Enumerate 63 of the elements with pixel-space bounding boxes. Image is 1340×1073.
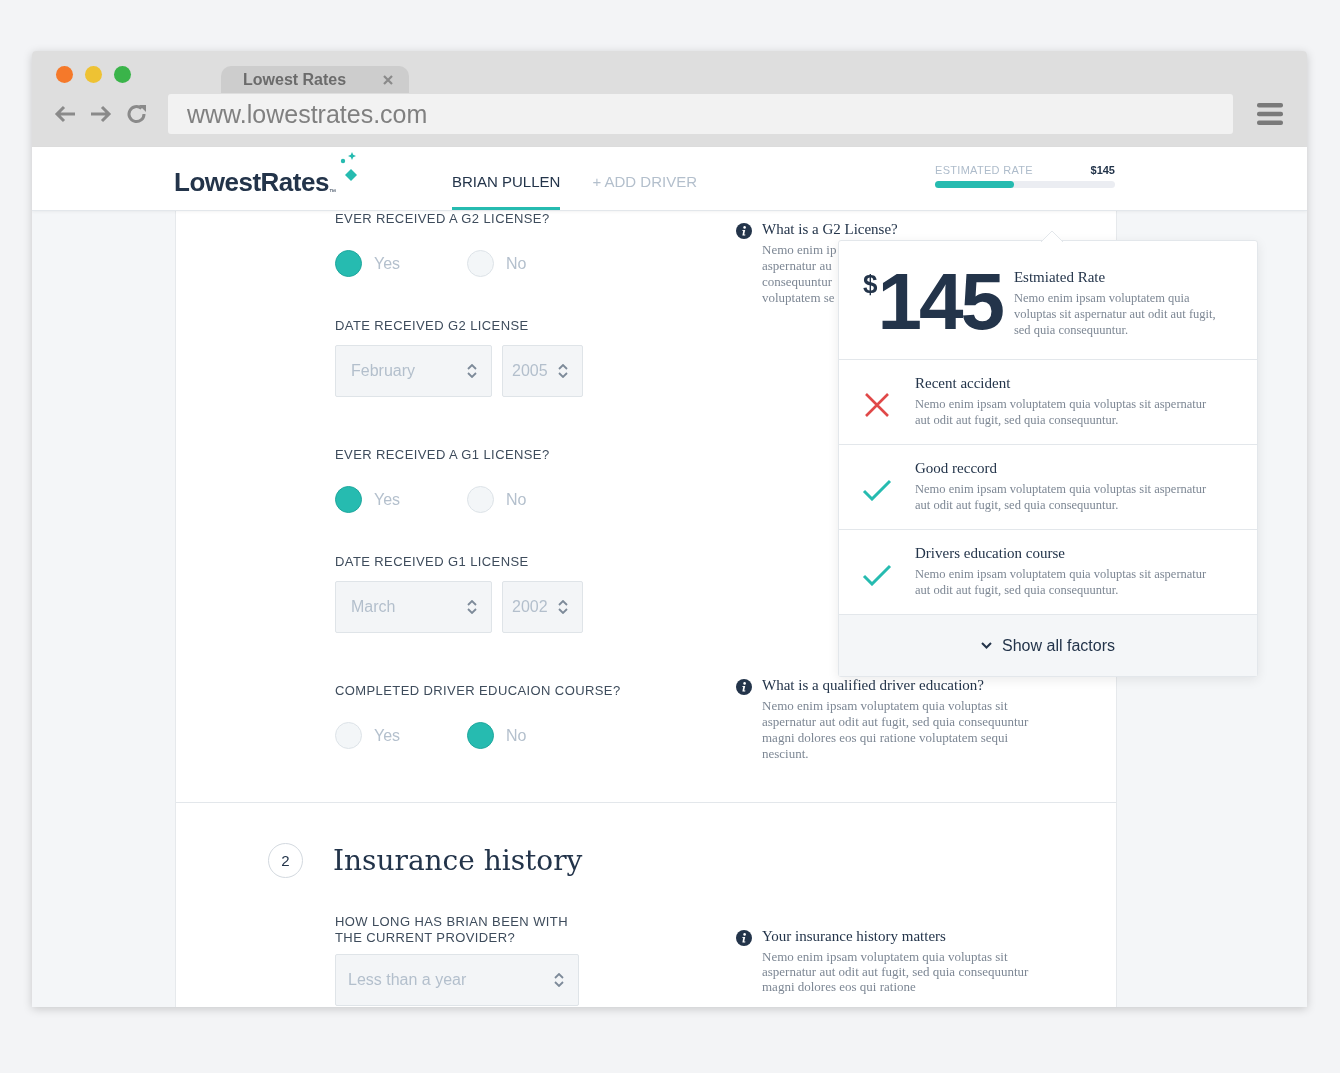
info-text: Nemo enim ipsam voluptatem quia voluptas sit aspernatur aut odit aut fugit, sed quia consequuntur magni dolores eos qui ratione voluptatem sequi nesciunt. [762,698,1030,762]
select-field[interactable]: Less than a year [335,954,579,1006]
radio-button[interactable] [335,250,362,277]
factor-text: Nemo enim ipsam voluptatem quia voluptas sit aspernatur aut odit aut fugit, sed quia consequuntur. [915,481,1208,513]
close-window-light[interactable] [56,66,73,83]
info-icon [736,679,752,695]
factor-title: Recent accident [915,375,1012,392]
estimate-label: ESTIMATED RATE [935,163,1033,176]
up-down-caret-icon [467,364,477,378]
info-icon [736,223,752,239]
info-text: Nemo enim ip aspernatur au consequuntur voluptatem se [762,242,837,306]
browser-tab[interactable]: Lowest Rates [221,66,409,93]
question-label: EVER RECEIVED A G2 LICENSE? [335,211,551,227]
question-label: DATE RECEIVED G1 LICENSE [335,554,530,570]
checkmark-icon [862,563,892,586]
maximize-window-light[interactable] [114,66,131,83]
section-title: Insurance history [333,844,583,877]
question-label: HOW LONG HAS BRIAN BEEN WITH THE CURRENT PROVIDER? [335,914,569,946]
select-field[interactable]: 2005 [502,345,583,397]
menu-icon[interactable] [1257,103,1283,125]
forward-arrow-icon[interactable] [90,105,112,123]
up-down-caret-icon [558,600,568,614]
select-field[interactable]: February [335,345,492,397]
up-down-caret-icon [558,364,568,378]
radio-button[interactable] [335,486,362,513]
up-down-caret-icon [554,973,564,987]
radio-label[interactable]: No [506,490,527,509]
up-down-caret-icon [467,600,477,614]
currency-sign: $ [863,269,878,300]
info-text: Nemo enim ipsam voluptatem quia voluptas sit aspernatur aut odit aut fugit, sed quia consequuntur magni dolores eos qui ratione [762,949,1030,994]
factor-text: Nemo enim ipsam voluptatem quia voluptas sit aspernatur aut odit aut fugit, sed quia consequuntur. [915,566,1208,598]
radio-label[interactable]: No [506,254,527,273]
rate-amount: 145 [877,263,1002,341]
close-icon[interactable] [383,74,393,85]
info-icon [736,930,752,946]
chevron-down-icon [981,642,993,649]
nav-tab[interactable]: + ADD DRIVER [592,147,697,210]
radio-label[interactable]: Yes [374,490,401,509]
info-title: Your insurance history matters [762,928,947,945]
radio-label[interactable]: No [506,726,527,745]
question-label: DATE RECEIVED G2 LICENSE [335,318,530,334]
logo-text[interactable]: LowestRates [174,167,329,198]
radio-button[interactable] [467,722,494,749]
rate-title: Estmiated Rate [1013,269,1107,286]
address-bar[interactable]: www.lowestrates.com [168,94,1233,134]
reload-icon[interactable] [126,103,148,125]
show-all-factors-button[interactable]: Show all factors [839,615,1257,676]
question-label: EVER RECEIVED A G1 LICENSE? [335,447,551,463]
factor-text: Nemo enim ipsam voluptatem quia voluptas sit aspernatur aut odit aut fugit, sed quia consequuntur. [915,396,1208,428]
rate-text: Nemo enim ipsam voluptatem quia voluptas sit aspernatur aut odit aut fugit, sed quia consequuntur. [1013,290,1217,338]
checkmark-icon [862,478,892,501]
back-arrow-icon[interactable] [54,105,76,123]
info-title: What is a G2 License? [762,221,899,238]
radio-label[interactable]: Yes [374,726,401,745]
info-title: What is a qualified driver education? [762,677,985,694]
estimate-value: $145 [1090,163,1115,176]
select-field[interactable]: 2002 [502,581,583,633]
select-field[interactable]: March [335,581,492,633]
radio-label[interactable]: Yes [374,254,401,273]
question-label: COMPLETED DRIVER EDUCAION COURSE? [335,683,622,699]
factor-title: Good reccord [915,460,999,477]
cross-icon [864,391,890,418]
factor-title: Drivers education course [915,545,1066,562]
